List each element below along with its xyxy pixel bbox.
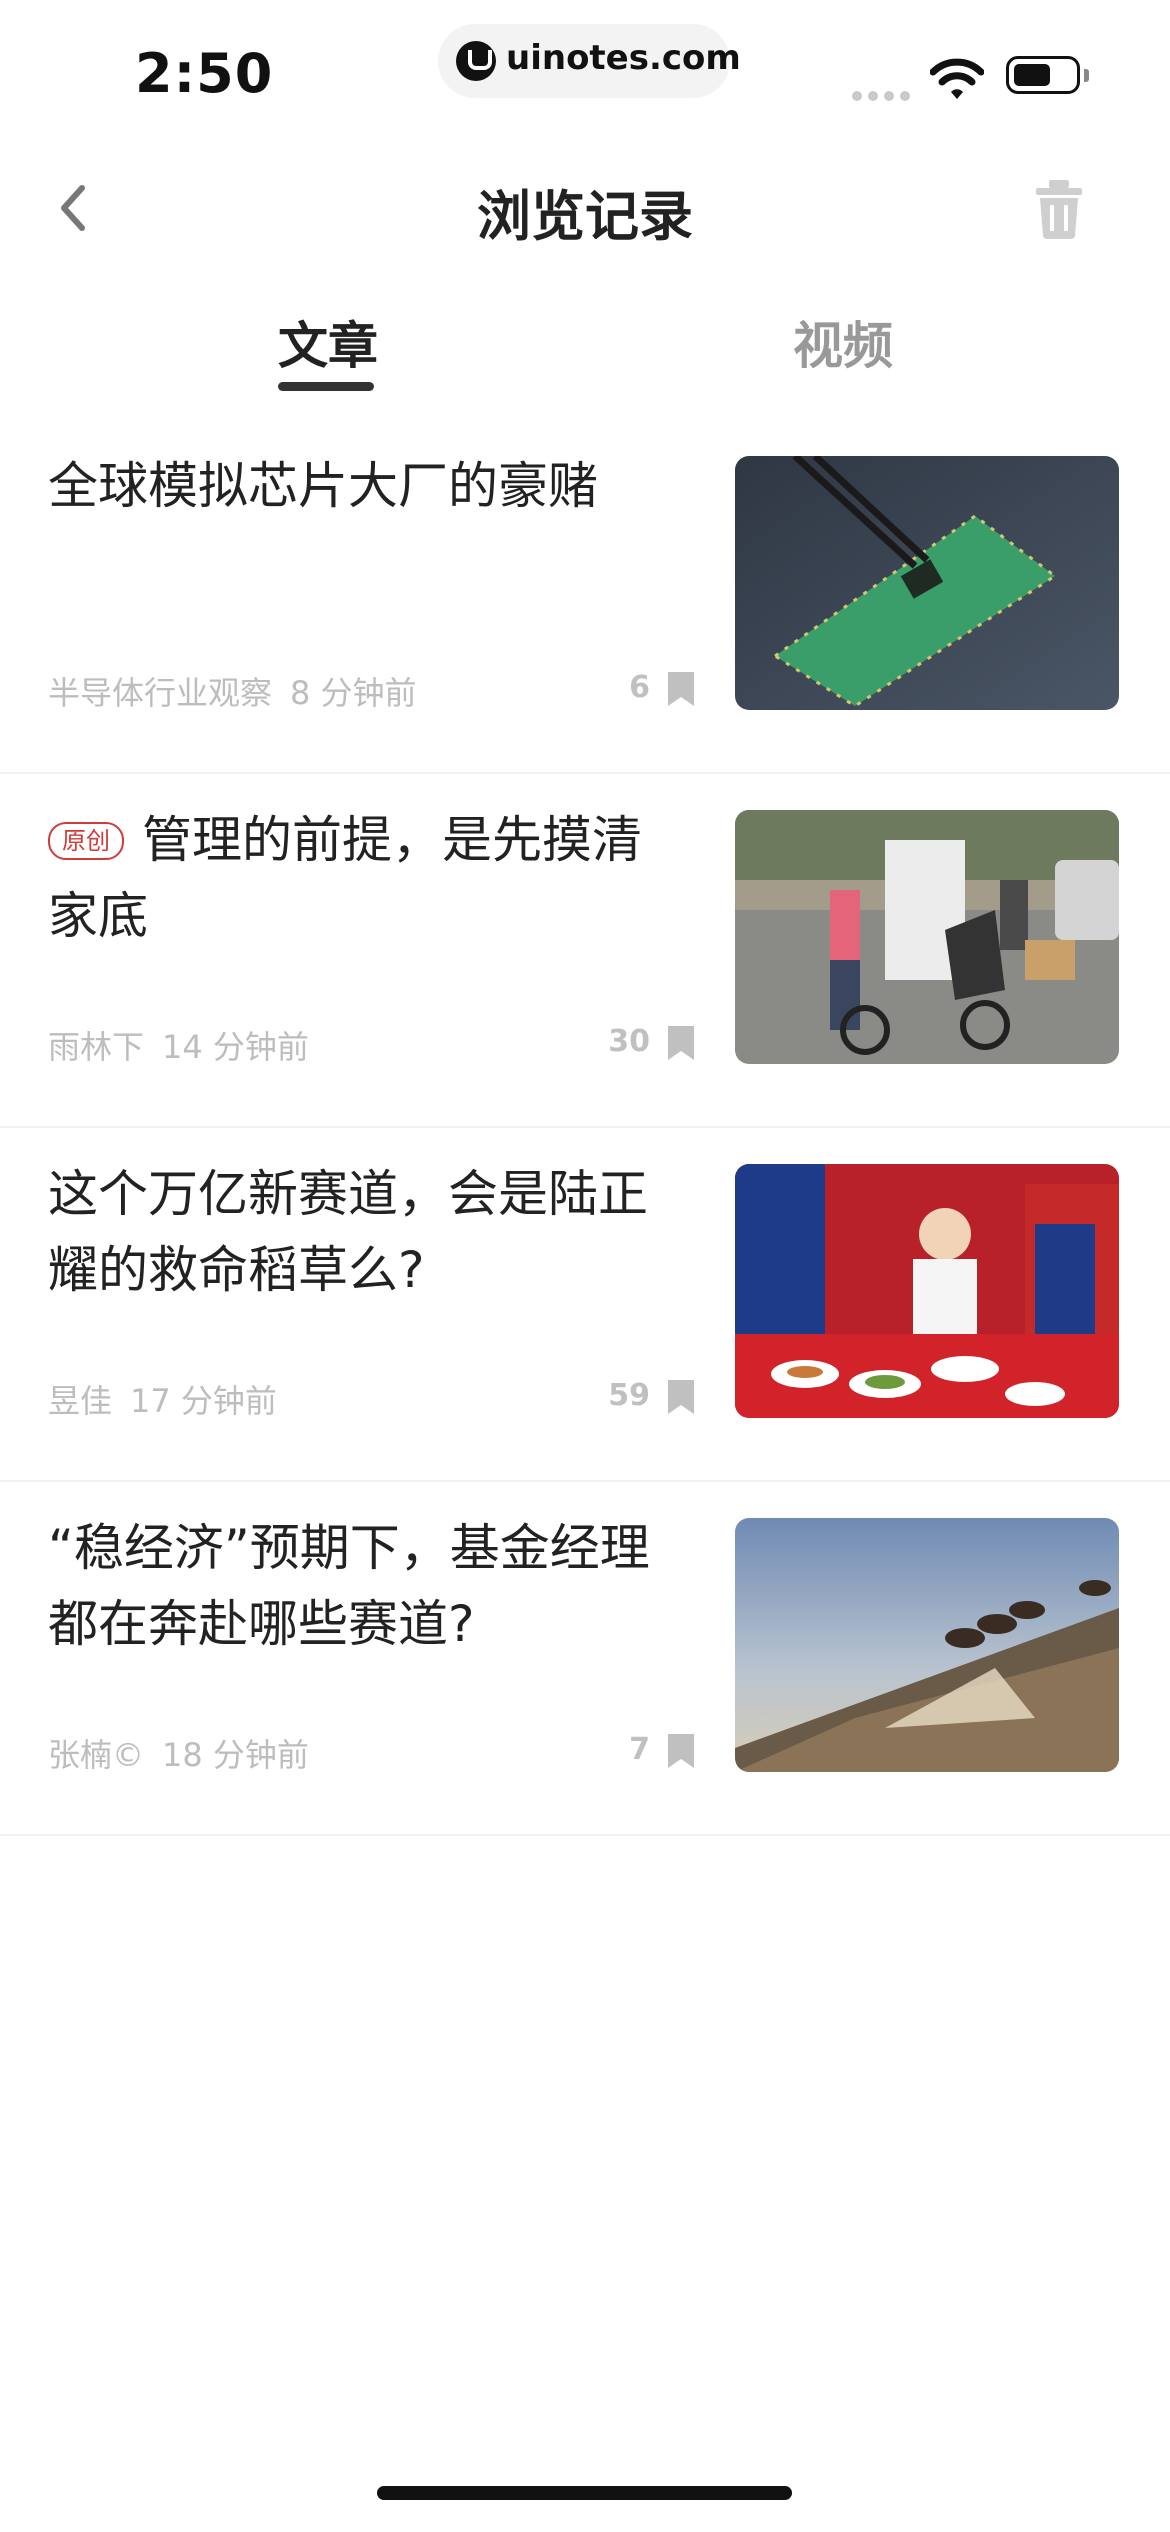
bookmark-count-area[interactable]: 59 — [600, 1378, 696, 1418]
battery-cap — [1084, 69, 1089, 82]
article-meta: 张楠© 18 分钟前 — [48, 1730, 309, 1776]
home-indicator[interactable] — [377, 2486, 792, 2500]
bookmark-count: 6 — [629, 670, 650, 705]
article-source: 半导体行业观察 — [48, 674, 273, 712]
bookmark-count: 7 — [629, 1732, 650, 1767]
bookmark-count-area[interactable]: 30 — [600, 1024, 696, 1064]
cellular-signal-icon — [852, 86, 916, 101]
article-time: 18 分钟前 — [162, 1736, 309, 1774]
wifi-icon — [930, 58, 984, 99]
article-source: 昱佳 — [48, 1382, 113, 1420]
list-item[interactable]: 原创 管理的前提，是先摸清家底 雨林下 14 分钟前 30 — [0, 774, 1170, 1128]
navigation-bar: 浏览记录 — [0, 150, 1170, 260]
article-thumbnail — [735, 456, 1119, 710]
article-title: 原创 管理的前提，是先摸清家底 — [48, 802, 688, 954]
page-title: 浏览记录 — [477, 185, 693, 248]
article-title-text: 这个万亿新赛道，会是陆正耀的救命稻草么? — [48, 1165, 648, 1299]
list-item[interactable]: “稳经济”预期下，基金经理都在奔赴哪些赛道? 张楠© 18 分钟前 7 — [0, 1482, 1170, 1836]
article-title-text: “稳经济”预期下，基金经理都在奔赴哪些赛道? — [48, 1519, 650, 1653]
tab-articles[interactable]: 文章 — [278, 306, 378, 378]
article-title-text: 管理的前提，是先摸清家底 — [48, 811, 642, 945]
bookmark-count: 59 — [608, 1378, 650, 1413]
article-title-text: 全球模拟芯片大厂的豪赌 — [48, 457, 598, 515]
status-bar: 2:50 uinotes.com — [0, 0, 1170, 130]
article-meta: 雨林下 14 分钟前 — [48, 1022, 309, 1068]
active-tab-indicator — [278, 382, 374, 391]
article-time: 14 分钟前 — [162, 1028, 309, 1066]
bookmark-icon — [668, 1734, 694, 1768]
status-time: 2:50 — [135, 42, 274, 105]
bookmark-count: 30 — [608, 1024, 650, 1059]
article-thumbnail — [735, 810, 1119, 1064]
bookmark-count-area[interactable]: 7 — [600, 1732, 696, 1772]
article-title: “稳经济”预期下，基金经理都在奔赴哪些赛道? — [48, 1510, 688, 1662]
article-time: 17 分钟前 — [130, 1382, 277, 1420]
list-item[interactable]: 全球模拟芯片大厂的豪赌 半导体行业观察 8 分钟前 6 — [0, 420, 1170, 774]
url-text: uinotes.com — [506, 38, 741, 78]
article-title: 这个万亿新赛道，会是陆正耀的救命稻草么? — [48, 1156, 688, 1308]
bookmark-icon — [668, 1380, 694, 1414]
battery-icon — [1006, 56, 1080, 94]
tab-videos[interactable]: 视频 — [793, 306, 893, 378]
bookmark-icon — [668, 1026, 694, 1060]
article-list: 全球模拟芯片大厂的豪赌 半导体行业观察 8 分钟前 6 原创 管理的前提，是先摸清家… — [0, 420, 1170, 1836]
article-thumbnail — [735, 1164, 1119, 1418]
original-badge: 原创 — [48, 822, 124, 860]
article-title: 全球模拟芯片大厂的豪赌 — [48, 448, 688, 524]
article-source: 雨林下 — [48, 1028, 145, 1066]
tab-bar: 文章 视频 — [0, 290, 1170, 400]
article-meta: 半导体行业观察 8 分钟前 — [48, 668, 417, 714]
article-source: 张楠© — [48, 1736, 145, 1774]
article-time: 8 分钟前 — [290, 674, 417, 712]
bookmark-count-area[interactable]: 6 — [600, 670, 696, 710]
bookmark-icon — [668, 672, 694, 706]
article-thumbnail — [735, 1518, 1119, 1772]
url-pill[interactable]: uinotes.com — [438, 24, 741, 98]
site-logo-icon — [456, 41, 496, 81]
trash-icon[interactable] — [1034, 178, 1084, 240]
list-item[interactable]: 这个万亿新赛道，会是陆正耀的救命稻草么? 昱佳 17 分钟前 59 — [0, 1128, 1170, 1482]
article-meta: 昱佳 17 分钟前 — [48, 1376, 277, 1422]
